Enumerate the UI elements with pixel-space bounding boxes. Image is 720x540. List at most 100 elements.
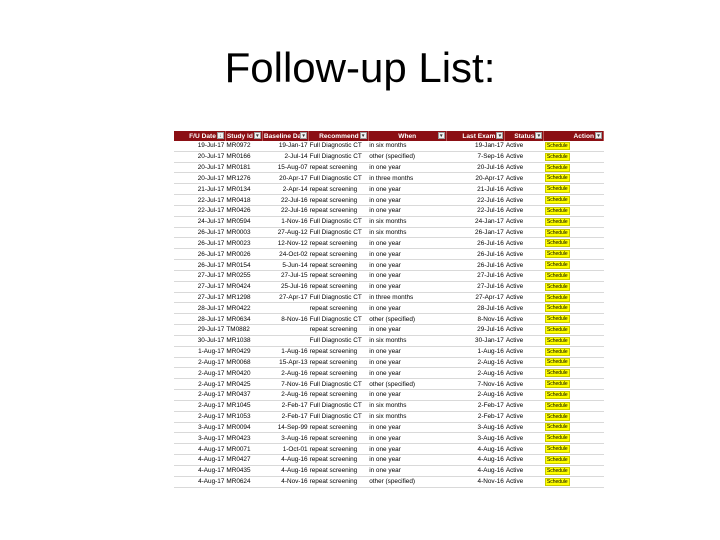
action-cell[interactable]: Schedule <box>543 172 604 185</box>
action-cell[interactable]: Schedule <box>543 313 604 326</box>
action-cell[interactable]: Schedule <box>543 357 604 369</box>
schedule-button[interactable]: Schedule <box>544 455 570 464</box>
column-header-last-exam[interactable]: Last Exam ▾ <box>446 131 506 141</box>
action-cell[interactable]: Schedule <box>543 422 604 434</box>
column-header-fu-date[interactable]: F/U Date ↓ <box>174 131 226 141</box>
action-cell[interactable]: Schedule <box>543 400 604 412</box>
schedule-button[interactable]: Schedule <box>544 466 570 475</box>
action-cell[interactable]: Schedule <box>543 183 604 196</box>
action-cell[interactable]: Schedule <box>543 270 604 282</box>
schedule-button[interactable]: Schedule <box>544 239 570 248</box>
table-row[interactable]: 26-Jul-17 MR0154 5-Jun-14 repeat screening i… <box>174 259 604 271</box>
table-row[interactable]: 26-Jul-17 MR0003 27-Aug-12 Full Diagnostic … <box>174 227 604 239</box>
table-row[interactable]: 4-Aug-17 MR0624 4-Nov-16 repeat screening ot… <box>174 476 604 488</box>
table-row[interactable]: 2-Aug-17 MR0420 2-Aug-16 repeat screening in… <box>174 367 604 380</box>
table-row[interactable]: 2-Aug-17 MR1053 2-Feb-17 Full Diagnostic CT… <box>174 411 604 423</box>
action-cell[interactable]: Schedule <box>543 432 604 445</box>
schedule-button[interactable]: Schedule <box>544 380 570 389</box>
action-cell[interactable]: Schedule <box>543 302 604 315</box>
dropdown-filter-icon[interactable]: ▾ <box>595 132 602 139</box>
column-header-status[interactable]: Status ▾ <box>504 131 545 141</box>
table-row[interactable]: 19-Jul-17 MR0972 19-Jan-17 Full Diagnostic … <box>174 141 604 152</box>
schedule-button[interactable]: Schedule <box>544 423 570 432</box>
table-row[interactable]: 20-Jul-17 MR0166 2-Jul-14 Full Diagnostic C… <box>174 151 604 163</box>
schedule-button[interactable]: Schedule <box>544 174 570 183</box>
table-row[interactable]: 2-Aug-17 MR0425 7-Nov-16 Full Diagnostic CT… <box>174 378 604 391</box>
schedule-button[interactable]: Schedule <box>544 271 570 280</box>
schedule-button[interactable]: Schedule <box>544 163 570 172</box>
column-header-when[interactable]: When ▾ <box>368 131 447 141</box>
schedule-button[interactable]: Schedule <box>544 390 570 399</box>
action-cell[interactable]: Schedule <box>543 292 604 304</box>
action-cell[interactable]: Schedule <box>543 335 604 347</box>
schedule-button[interactable]: Schedule <box>544 152 570 161</box>
table-row[interactable]: 2-Aug-17 MR1045 2-Feb-17 Full Diagnostic CT… <box>174 400 604 412</box>
schedule-button[interactable]: Schedule <box>544 347 570 356</box>
dropdown-filter-icon[interactable]: ▾ <box>359 132 367 139</box>
action-cell[interactable]: Schedule <box>543 281 604 293</box>
table-row[interactable]: 29-Jul-17 TM0882 repeat screening in one ye… <box>174 324 604 336</box>
dropdown-filter-icon[interactable]: ▾ <box>437 132 445 139</box>
dropdown-filter-icon[interactable]: ▾ <box>496 132 504 139</box>
action-cell[interactable]: Schedule <box>543 216 604 228</box>
dropdown-filter-icon[interactable]: ▾ <box>253 132 261 139</box>
schedule-button[interactable]: Schedule <box>544 445 570 454</box>
table-row[interactable]: 2-Aug-17 MR0437 2-Aug-16 repeat screening in… <box>174 389 604 401</box>
action-cell[interactable]: Schedule <box>543 411 604 423</box>
action-cell[interactable]: Schedule <box>543 346 604 358</box>
action-cell[interactable]: Schedule <box>543 476 604 488</box>
action-cell[interactable]: Schedule <box>543 443 604 456</box>
schedule-button[interactable]: Schedule <box>544 282 570 291</box>
schedule-button[interactable]: Schedule <box>544 293 570 302</box>
schedule-button[interactable]: Schedule <box>544 336 570 345</box>
table-row[interactable]: 4-Aug-17 MR0427 4-Aug-16 repeat screening in… <box>174 454 604 466</box>
table-row[interactable]: 26-Jul-17 MR0026 24-Oct-02 repeat screening… <box>174 248 604 261</box>
column-header-study-id[interactable]: Study Id ▾ <box>225 131 263 141</box>
action-cell[interactable]: Schedule <box>543 259 604 271</box>
action-cell[interactable]: Schedule <box>543 389 604 401</box>
table-row[interactable]: 26-Jul-17 MR0023 12-Nov-12 repeat screening… <box>174 237 604 250</box>
dropdown-filter-icon[interactable]: ▾ <box>535 132 543 139</box>
schedule-button[interactable]: Schedule <box>544 250 570 259</box>
action-cell[interactable]: Schedule <box>543 378 604 391</box>
schedule-button[interactable]: Schedule <box>544 196 570 205</box>
schedule-button[interactable]: Schedule <box>544 261 570 270</box>
action-cell[interactable]: Schedule <box>543 454 604 466</box>
action-cell[interactable]: Schedule <box>543 141 604 152</box>
table-row[interactable]: 1-Aug-17 MR0429 1-Aug-16 repeat screening in… <box>174 346 604 358</box>
table-row[interactable]: 21-Jul-17 MR0134 2-Apr-14 repeat screening i… <box>174 183 604 196</box>
table-row[interactable]: 22-Jul-17 MR0426 22-Jul-16 repeat screening… <box>174 205 604 217</box>
schedule-button[interactable]: Schedule <box>544 217 570 226</box>
action-cell[interactable]: Schedule <box>543 324 604 336</box>
action-cell[interactable]: Schedule <box>543 227 604 239</box>
schedule-button[interactable]: Schedule <box>544 185 570 194</box>
schedule-button[interactable]: Schedule <box>544 141 570 150</box>
action-cell[interactable]: Schedule <box>543 151 604 163</box>
action-cell[interactable]: Schedule <box>543 237 604 250</box>
table-row[interactable]: 30-Jul-17 MR1038 Full Diagnostic CT in six … <box>174 335 604 347</box>
schedule-button[interactable]: Schedule <box>544 477 570 486</box>
table-row[interactable]: 20-Jul-17 MR0181 15-Aug-07 repeat screening… <box>174 162 604 174</box>
table-row[interactable]: 28-Jul-17 MR0422 repeat screening in one ye… <box>174 302 604 315</box>
table-row[interactable]: 28-Jul-17 MR0634 8-Nov-16 Full Diagnostic C… <box>174 313 604 326</box>
schedule-button[interactable]: Schedule <box>544 401 570 410</box>
table-row[interactable]: 27-Jul-17 MR0255 27-Jul-15 repeat screening… <box>174 270 604 282</box>
action-cell[interactable]: Schedule <box>543 194 604 206</box>
schedule-button[interactable]: Schedule <box>544 412 570 421</box>
column-header-baseline-date[interactable]: Baseline Date ▾ <box>262 131 310 141</box>
schedule-button[interactable]: Schedule <box>544 315 570 324</box>
table-row[interactable]: 2-Aug-17 MR0068 15-Apr-13 repeat screening i… <box>174 357 604 369</box>
schedule-button[interactable]: Schedule <box>544 358 570 367</box>
schedule-button[interactable]: Schedule <box>544 228 570 237</box>
column-header-action[interactable]: Action ▾ <box>543 131 604 141</box>
action-cell[interactable]: Schedule <box>543 367 604 380</box>
sort-ascending-filter-icon[interactable]: ↓ <box>216 132 224 139</box>
schedule-button[interactable]: Schedule <box>544 325 570 334</box>
table-row[interactable]: 4-Aug-17 MR0435 4-Aug-16 repeat screening in… <box>174 465 604 477</box>
schedule-button[interactable]: Schedule <box>544 206 570 215</box>
schedule-button[interactable]: Schedule <box>544 304 570 313</box>
action-cell[interactable]: Schedule <box>543 205 604 217</box>
table-row[interactable]: 27-Jul-17 MR1298 27-Apr-17 Full Diagnostic … <box>174 292 604 304</box>
table-row[interactable]: 3-Aug-17 MR0094 14-Sep-99 repeat screening i… <box>174 422 604 434</box>
action-cell[interactable]: Schedule <box>543 162 604 174</box>
